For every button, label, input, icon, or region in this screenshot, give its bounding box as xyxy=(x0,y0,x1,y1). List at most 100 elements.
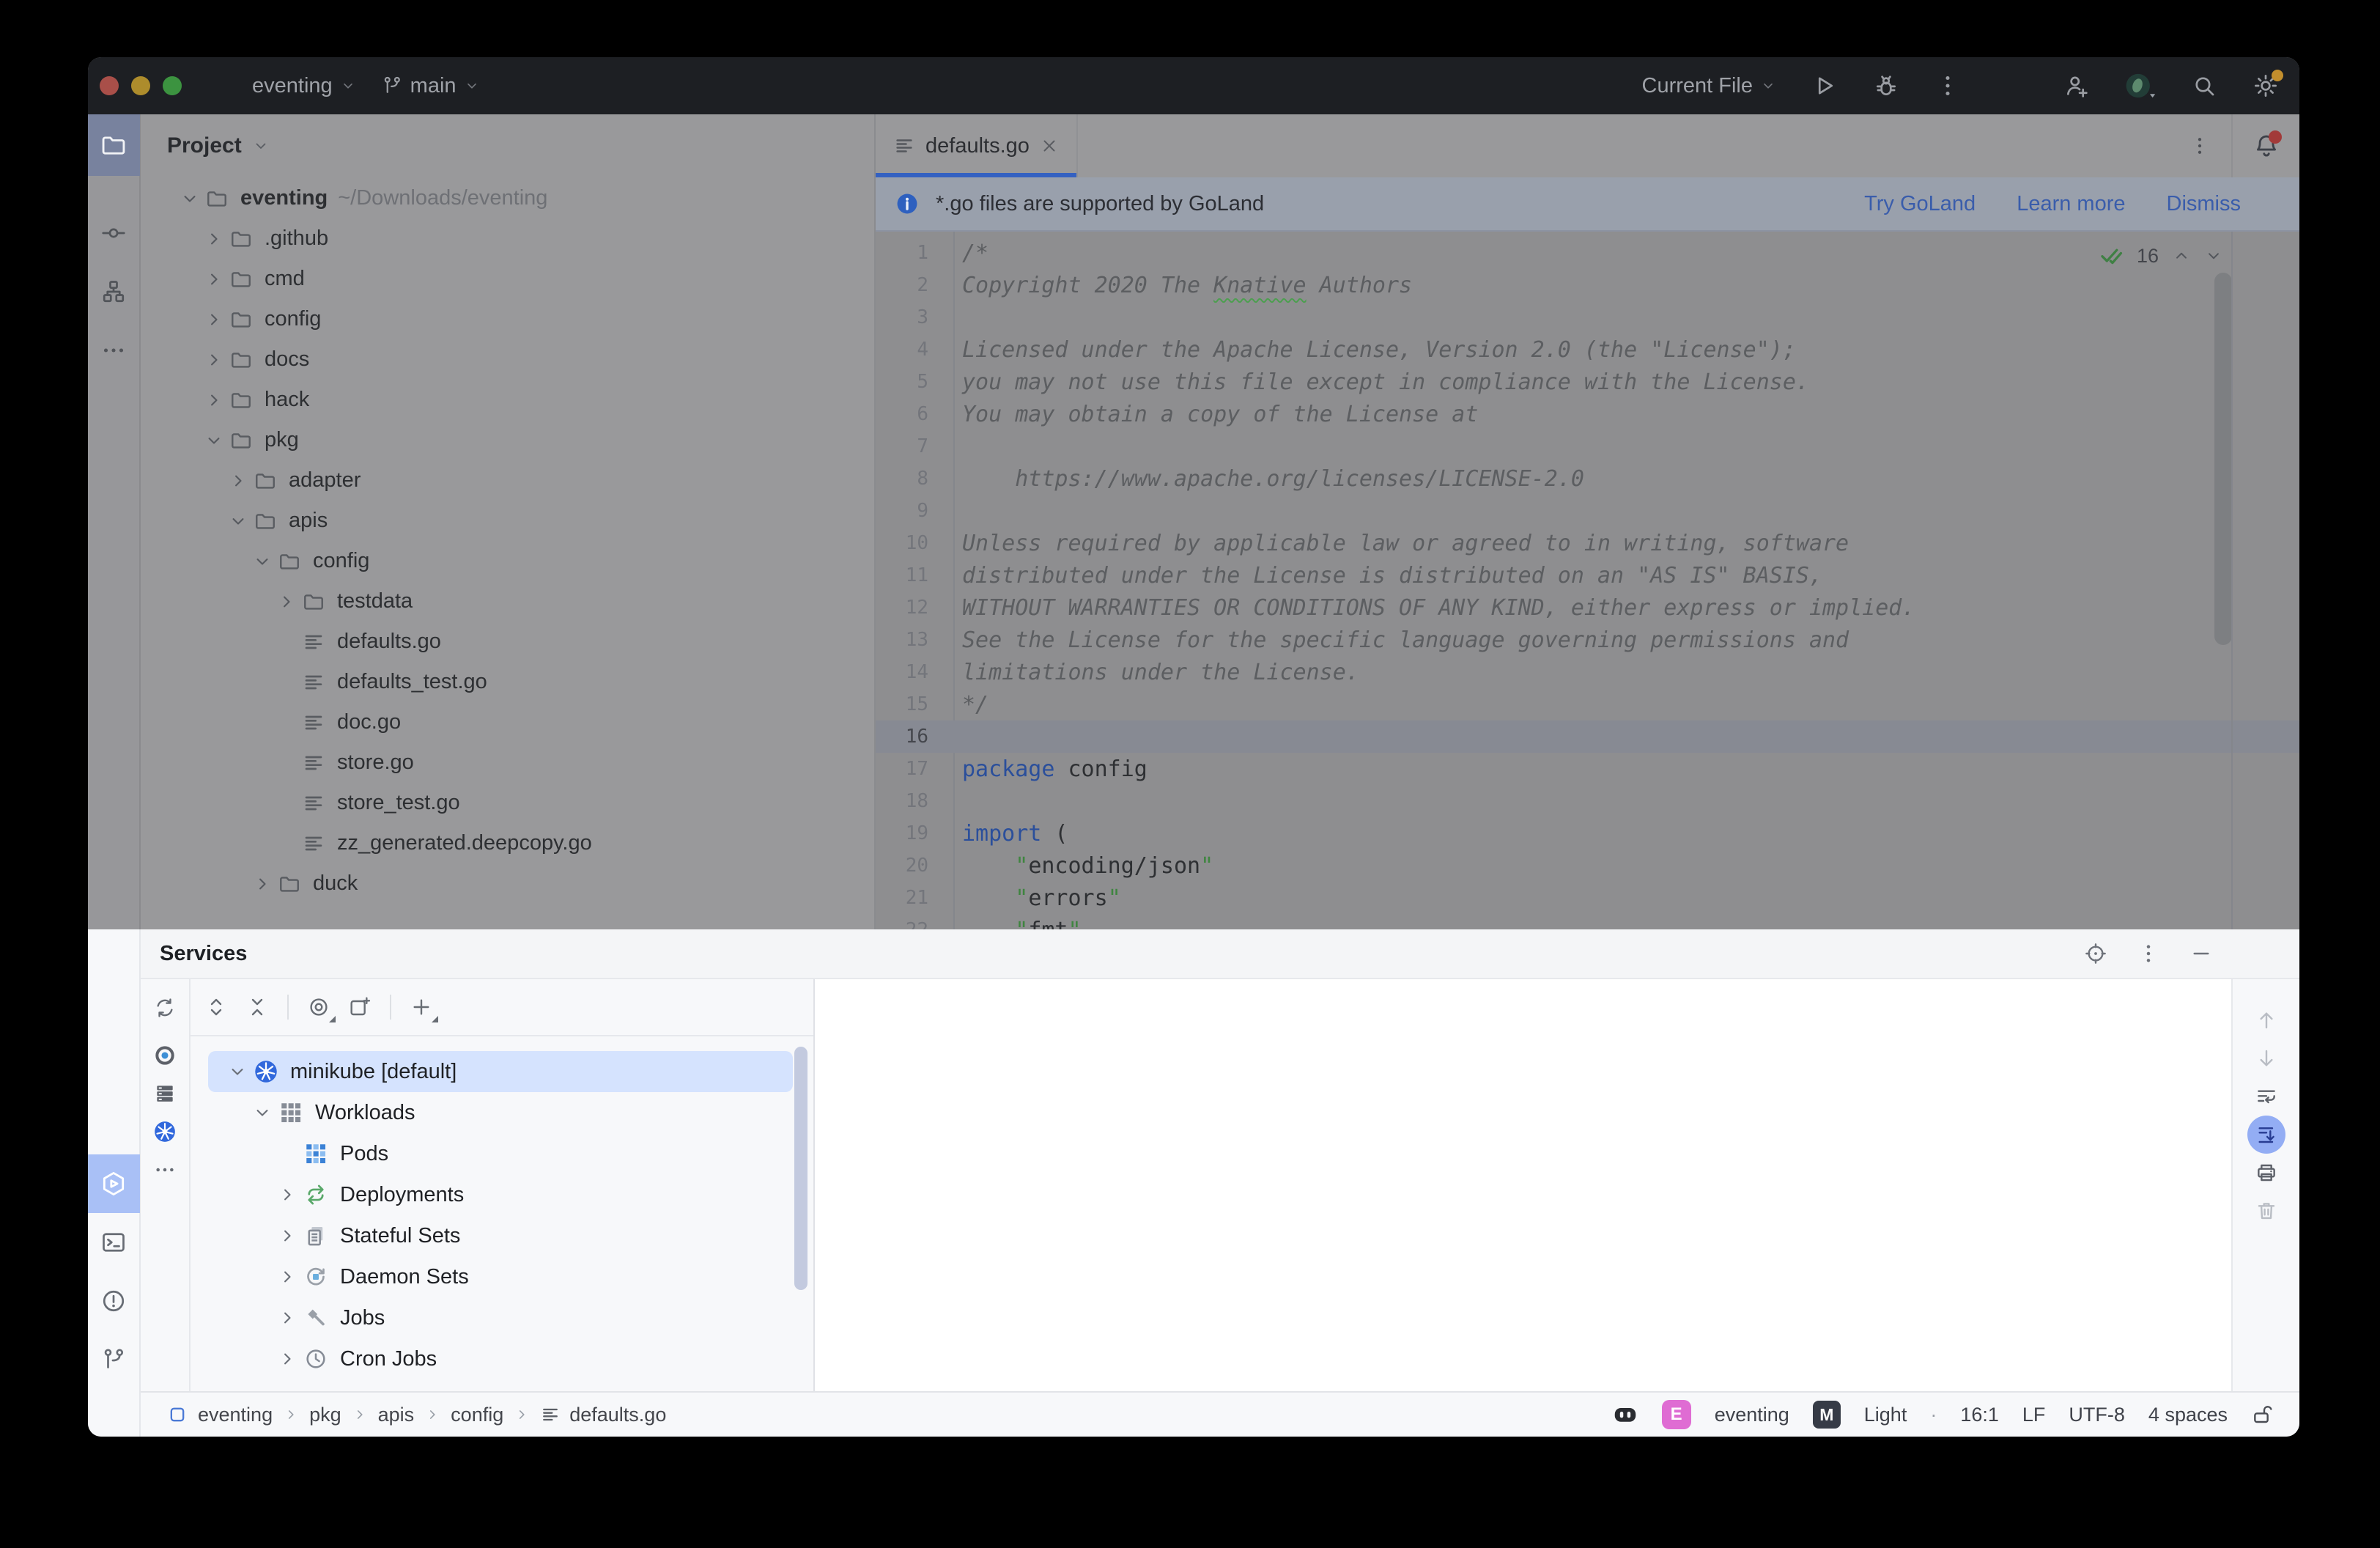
more-actions-button[interactable] xyxy=(1934,73,1961,99)
chevron-up-icon[interactable] xyxy=(2172,246,2191,265)
vcs-branch-widget[interactable]: main xyxy=(381,74,480,98)
chevron-right-icon[interactable] xyxy=(273,1266,302,1288)
code-line[interactable]: 3 xyxy=(876,301,2299,333)
run-configuration-selector[interactable]: Current File xyxy=(1642,74,1777,98)
editor-scrollbar[interactable] xyxy=(2214,273,2232,645)
chevron-right-icon[interactable] xyxy=(200,268,228,290)
caret-position-widget[interactable]: 16:1 xyxy=(1960,1404,1999,1426)
code-line[interactable]: 17package config xyxy=(876,753,2299,785)
sidebar-item-services[interactable] xyxy=(88,1154,140,1213)
code-line[interactable]: 1/* xyxy=(876,237,2299,269)
services-tree-item[interactable]: Cron Jobs xyxy=(191,1338,813,1379)
chevron-right-icon[interactable] xyxy=(273,591,300,613)
code-line[interactable]: 2Copyright 2020 The Knative Authors xyxy=(876,269,2299,301)
chevron-right-icon[interactable] xyxy=(200,349,228,371)
project-tree-item[interactable]: zz_generated.deepcopy.go xyxy=(141,823,874,863)
code-line[interactable]: 18 xyxy=(876,785,2299,817)
chevron-right-icon[interactable] xyxy=(273,1184,302,1206)
code-line[interactable]: 15*/ xyxy=(876,688,2299,720)
chevron-right-icon[interactable] xyxy=(273,1348,302,1370)
project-tree-item[interactable]: pkg xyxy=(141,420,874,460)
code-line[interactable]: 7 xyxy=(876,430,2299,462)
copilot-status-button[interactable] xyxy=(1612,1401,1638,1428)
debug-button[interactable] xyxy=(1873,73,1899,99)
learn-more-link[interactable]: Learn more xyxy=(2017,192,2125,216)
project-tree-item[interactable]: store_test.go xyxy=(141,783,874,823)
dismiss-link[interactable]: Dismiss xyxy=(2167,192,2242,216)
project-tree-item[interactable]: apis xyxy=(141,501,874,541)
collapse-all-button[interactable] xyxy=(240,990,274,1024)
breadcrumb-item[interactable]: pkg xyxy=(309,1404,341,1426)
services-tree-item[interactable]: Workloads xyxy=(191,1092,813,1133)
project-tree-item[interactable]: config xyxy=(141,541,874,581)
run-button[interactable] xyxy=(1811,73,1838,99)
project-tree-item[interactable]: defaults_test.go xyxy=(141,662,874,702)
sidebar-item-problems[interactable] xyxy=(88,1272,143,1330)
services-scrollbar[interactable] xyxy=(794,1047,808,1290)
avatar[interactable] xyxy=(2125,70,2156,101)
clear-button[interactable] xyxy=(2247,1192,2285,1230)
chevron-right-icon[interactable] xyxy=(273,1225,302,1247)
chevron-down-icon[interactable] xyxy=(2204,246,2223,265)
soft-wrap-button[interactable] xyxy=(2247,1077,2285,1116)
maximize-window-button[interactable] xyxy=(163,76,182,95)
sidebar-item-more-tools[interactable] xyxy=(88,321,143,380)
breadcrumb-item[interactable]: apis xyxy=(378,1404,415,1426)
project-tree-item[interactable]: adapter xyxy=(141,460,874,501)
tab-options-button[interactable] xyxy=(2168,114,2231,177)
close-window-button[interactable] xyxy=(100,76,119,95)
project-tree-item[interactable]: eventing~/Downloads/eventing xyxy=(141,178,874,218)
sidebar-item-project[interactable] xyxy=(88,114,140,176)
chevron-right-icon[interactable] xyxy=(200,309,228,331)
project-tree-item[interactable]: hack xyxy=(141,380,874,420)
project-tree-item[interactable]: doc.go xyxy=(141,702,874,742)
theme-badge[interactable]: M xyxy=(1813,1401,1841,1429)
chevron-right-icon[interactable] xyxy=(273,1307,302,1329)
code-line[interactable]: 22 "fmt" xyxy=(876,914,2299,929)
search-everywhere-button[interactable] xyxy=(2191,73,2217,99)
sidebar-item-terminal[interactable] xyxy=(88,1213,143,1272)
settings-button[interactable] xyxy=(2252,73,2279,99)
sidebar-item-structure[interactable] xyxy=(88,262,143,321)
chevron-down-icon[interactable] xyxy=(200,430,228,452)
print-button[interactable] xyxy=(2247,1154,2285,1192)
services-tree-item[interactable]: Deployments xyxy=(191,1174,813,1215)
scroll-up-button[interactable] xyxy=(2247,1001,2285,1039)
code-line[interactable]: 19import ( xyxy=(876,817,2299,849)
project-tree-item[interactable]: docs xyxy=(141,339,874,380)
close-icon[interactable] xyxy=(1040,136,1059,155)
code-line[interactable]: 20 "encoding/json" xyxy=(876,849,2299,882)
add-service-button[interactable] xyxy=(404,990,438,1024)
refresh-button[interactable] xyxy=(140,979,190,1036)
chevron-right-icon[interactable] xyxy=(200,228,228,250)
chevron-right-icon[interactable] xyxy=(200,389,228,411)
chevron-right-icon[interactable] xyxy=(224,470,252,492)
code-line[interactable]: 12WITHOUT WARRANTIES OR CONDITIONS OF AN… xyxy=(876,591,2299,624)
breadcrumb-file[interactable]: defaults.go xyxy=(569,1404,666,1426)
sidebar-item-commit[interactable] xyxy=(88,204,143,262)
services-view-more[interactable] xyxy=(140,1151,190,1189)
indent-widget[interactable]: 4 spaces xyxy=(2148,1404,2228,1426)
project-widget[interactable]: eventing xyxy=(252,74,356,98)
breadcrumb-item[interactable]: config xyxy=(451,1404,503,1426)
theme-name[interactable]: Light xyxy=(1864,1404,1907,1426)
code-line[interactable]: 6You may obtain a copy of the License at xyxy=(876,398,2299,430)
scroll-to-end-button[interactable] xyxy=(2247,1116,2285,1154)
panel-options-button[interactable] xyxy=(2137,942,2160,965)
project-tree-item[interactable]: testdata xyxy=(141,581,874,622)
project-tree-item[interactable]: .github xyxy=(141,218,874,259)
open-in-new-tab-button[interactable] xyxy=(343,990,377,1024)
services-tree-item[interactable]: minikube [default] xyxy=(208,1051,793,1092)
code-line[interactable]: 13See the License for the specific langu… xyxy=(876,624,2299,656)
encoding-widget[interactable]: UTF-8 xyxy=(2069,1404,2125,1426)
project-tree-item[interactable]: duck xyxy=(141,863,874,904)
code-line[interactable]: 4Licensed under the Apache License, Vers… xyxy=(876,333,2299,366)
services-view-list[interactable] xyxy=(140,1075,190,1113)
try-goland-link[interactable]: Try GoLand xyxy=(1864,192,1976,216)
services-tree-item[interactable]: Jobs xyxy=(191,1297,813,1338)
code-with-me-button[interactable] xyxy=(2063,73,2090,99)
services-tree-item[interactable]: Stateful Sets xyxy=(191,1215,813,1256)
line-ending-widget[interactable]: LF xyxy=(2022,1404,2046,1426)
code-line[interactable]: 14limitations under the License. xyxy=(876,656,2299,688)
breadcrumb[interactable]: eventingpkgapisconfigdefaults.go xyxy=(167,1404,666,1426)
